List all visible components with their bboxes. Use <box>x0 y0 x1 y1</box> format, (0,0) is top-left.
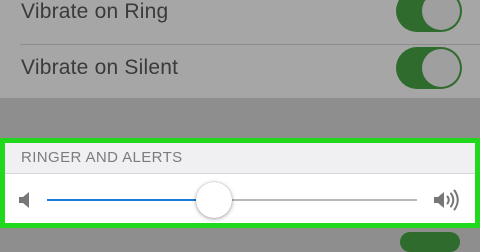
section-gap <box>0 98 480 138</box>
row-divider <box>20 44 480 45</box>
toggle-knob <box>422 49 460 87</box>
slider-thumb[interactable] <box>195 182 232 218</box>
ringer-volume-row <box>5 174 475 223</box>
next-row-toggle[interactable] <box>400 232 460 252</box>
vibrate-on-ring-label: Vibrate on Ring <box>21 0 169 23</box>
toggle-knob <box>422 0 460 30</box>
vibrate-on-ring-toggle[interactable] <box>396 0 462 32</box>
vibrate-on-silent-toggle[interactable] <box>396 47 462 89</box>
vibrate-on-silent-label: Vibrate on Silent <box>21 56 179 79</box>
vibrate-on-ring-row: Vibrate on Ring <box>0 0 480 32</box>
speaker-high-icon <box>434 189 459 211</box>
vibrate-on-silent-row: Vibrate on Silent <box>0 46 480 90</box>
vibrate-settings-group: Vibrate on Ring Vibrate on Silent <box>0 0 480 98</box>
ringer-volume-slider[interactable] <box>47 174 417 226</box>
speaker-low-icon <box>19 192 29 208</box>
ringer-section-header: RINGER AND ALERTS <box>21 149 183 166</box>
slider-track-fill <box>47 199 214 201</box>
ringer-and-alerts-section: RINGER AND ALERTS <box>0 138 480 228</box>
